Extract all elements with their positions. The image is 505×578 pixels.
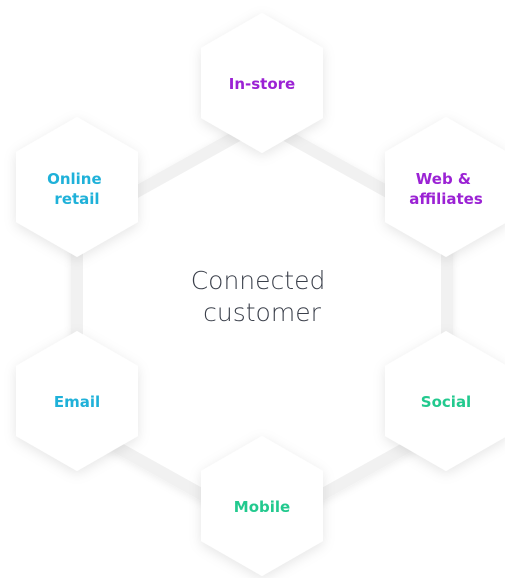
node-in-store-label: In-store (229, 75, 295, 93)
connected-customer-diagram: Connected customer In-store Web & affili… (16, 13, 505, 576)
node-online-retail-label-line-1: Online (47, 170, 102, 188)
node-in-store: In-store (201, 13, 323, 153)
node-social-label: Social (421, 393, 471, 411)
node-mobile-label-line-1: Mobile (234, 498, 290, 516)
node-in-store-label-line-1: In-store (229, 75, 295, 93)
center-title-line-1: Connected (191, 266, 326, 295)
node-online-retail-label-line-2: retail (54, 190, 99, 208)
node-web-affiliates-label-line-1: Web & (416, 170, 471, 188)
node-email-label-line-1: Email (54, 393, 100, 411)
node-social-label-line-1: Social (421, 393, 471, 411)
node-mobile-label: Mobile (234, 498, 290, 516)
center-title-line-2: customer (203, 298, 321, 327)
node-web-affiliates-label-line-2: affiliates (409, 190, 483, 208)
node-email-label: Email (54, 393, 100, 411)
